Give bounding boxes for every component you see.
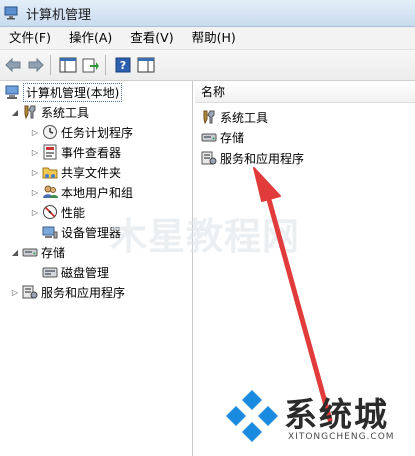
logo-url: XITONGCHENG.COM <box>288 432 395 442</box>
logo-name: 系统城 <box>284 395 389 434</box>
diamond-logo-icon <box>226 390 278 442</box>
site-logo: 系统城 XITONGCHENG.COM <box>222 382 412 452</box>
